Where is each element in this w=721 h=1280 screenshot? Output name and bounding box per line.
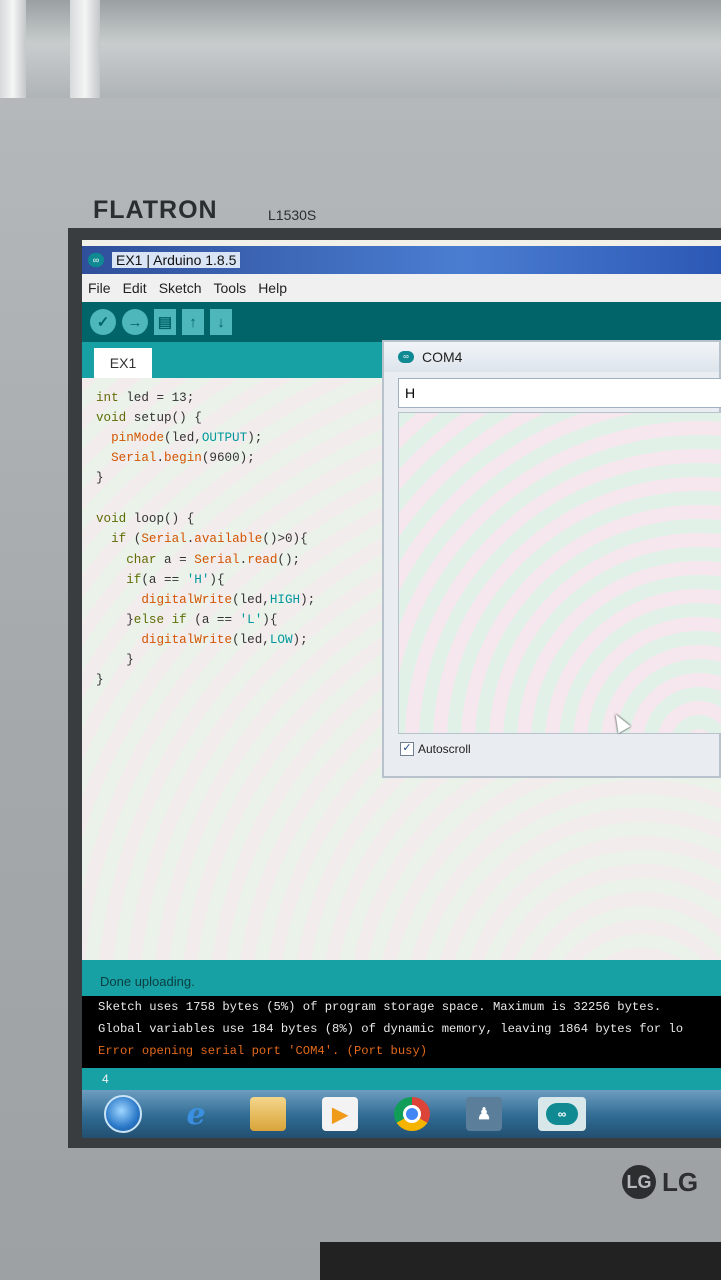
open-button[interactable]: ↑ bbox=[182, 309, 204, 335]
autoscroll-label: Autoscroll bbox=[418, 742, 471, 756]
open-icon: ↑ bbox=[189, 313, 197, 331]
serial-send-input[interactable] bbox=[398, 378, 721, 408]
line-number: 4 bbox=[102, 1072, 109, 1086]
chrome-icon[interactable] bbox=[394, 1097, 430, 1131]
serial-title: COM4 bbox=[422, 349, 463, 365]
menu-file[interactable]: File bbox=[82, 280, 117, 296]
taskbar: e ▶ ♟ ∞ bbox=[82, 1090, 721, 1138]
save-button[interactable]: ↓ bbox=[210, 309, 232, 335]
code-line: digitalWrite(led,HIGH); bbox=[141, 593, 316, 607]
menu-edit[interactable]: Edit bbox=[117, 280, 153, 296]
verify-icon: ✓ bbox=[96, 314, 110, 331]
menu-bar: File Edit Sketch Tools Help bbox=[82, 274, 721, 303]
status-text: Done uploading. bbox=[100, 974, 195, 989]
arduino-icon: ∞ bbox=[88, 253, 104, 267]
status-bar: Done uploading. bbox=[82, 960, 721, 996]
pipe bbox=[0, 0, 26, 110]
pipe bbox=[70, 0, 100, 110]
serial-monitor-window: ∞ COM4 ✓ Autoscroll bbox=[382, 340, 721, 778]
screen: ∞ EX1 | Arduino 1.8.5 File Edit Sketch T… bbox=[82, 240, 721, 1138]
monitor-brand: FLATRON bbox=[93, 196, 218, 224]
internet-explorer-icon[interactable]: e bbox=[178, 1097, 214, 1132]
code-editor[interactable]: int led = 13; void setup() { pinMode(led… bbox=[82, 378, 382, 958]
window-title: EX1 | Arduino 1.8.5 bbox=[112, 252, 241, 268]
code-line: }else if (a == 'L'){ bbox=[96, 613, 278, 627]
save-icon: ↓ bbox=[217, 313, 225, 331]
code-line: int led = 13; bbox=[96, 391, 195, 405]
arduino-taskbar-icon[interactable]: ∞ bbox=[538, 1097, 586, 1131]
console-line: Sketch uses 1758 bytes (5%) of program s… bbox=[98, 1000, 662, 1014]
code-line: pinMode(led,OUTPUT); bbox=[111, 431, 263, 445]
lg-logo: LG LG bbox=[622, 1165, 698, 1199]
mouse-cursor-icon bbox=[609, 710, 631, 734]
new-button[interactable]: ▤ bbox=[154, 309, 176, 335]
menu-sketch[interactable]: Sketch bbox=[153, 280, 208, 296]
arduino-icon: ∞ bbox=[398, 351, 414, 363]
line-indicator-bar: 4 bbox=[82, 1068, 721, 1090]
monitor-model: L1530S bbox=[268, 207, 317, 223]
serial-title-bar: ∞ COM4 bbox=[384, 342, 719, 372]
menu-help[interactable]: Help bbox=[252, 280, 293, 296]
code-line: char a = Serial.read(); bbox=[126, 553, 301, 567]
toolbar: ✓ → ▤ ↑ ↓ bbox=[82, 302, 721, 342]
code-line: void setup() { bbox=[96, 411, 202, 425]
code-line: digitalWrite(led,LOW); bbox=[141, 633, 308, 647]
upload-icon: → bbox=[127, 313, 143, 331]
file-explorer-icon[interactable] bbox=[250, 1097, 286, 1131]
lg-circle-icon: LG bbox=[622, 1165, 656, 1199]
console-output: Sketch uses 1758 bytes (5%) of program s… bbox=[82, 996, 721, 1068]
tab-ex1[interactable]: EX1 bbox=[94, 348, 152, 378]
code-line: if (Serial.available()>0){ bbox=[111, 532, 308, 546]
code-line: } bbox=[96, 673, 104, 687]
start-orb-icon[interactable] bbox=[104, 1095, 142, 1133]
menu-tools[interactable]: Tools bbox=[208, 280, 253, 296]
serial-output-area bbox=[398, 412, 721, 734]
upload-button[interactable]: → bbox=[122, 309, 148, 335]
autoscroll-option[interactable]: ✓ Autoscroll bbox=[400, 742, 471, 756]
title-bar: ∞ EX1 | Arduino 1.8.5 bbox=[82, 246, 721, 274]
user-icon[interactable]: ♟ bbox=[466, 1097, 502, 1131]
arduino-icon: ∞ bbox=[546, 1103, 578, 1125]
code-line: } bbox=[96, 471, 104, 485]
new-icon: ▤ bbox=[157, 314, 173, 331]
console-line: Global variables use 184 bytes (8%) of d… bbox=[98, 1022, 684, 1036]
verify-button[interactable]: ✓ bbox=[90, 309, 116, 335]
console-error-line: Error opening serial port 'COM4'. (Port … bbox=[98, 1044, 428, 1058]
lg-text: LG bbox=[662, 1166, 699, 1197]
code-line: Serial.begin(9600); bbox=[111, 451, 255, 465]
code-line: if(a == 'H'){ bbox=[126, 573, 225, 587]
wall-background bbox=[0, 0, 721, 110]
autoscroll-checkbox[interactable]: ✓ bbox=[400, 742, 414, 756]
floor bbox=[320, 1242, 721, 1280]
chrome-center bbox=[403, 1105, 421, 1123]
media-player-icon[interactable]: ▶ bbox=[322, 1097, 358, 1131]
code-line: } bbox=[96, 653, 134, 667]
code-line: void loop() { bbox=[96, 512, 195, 526]
